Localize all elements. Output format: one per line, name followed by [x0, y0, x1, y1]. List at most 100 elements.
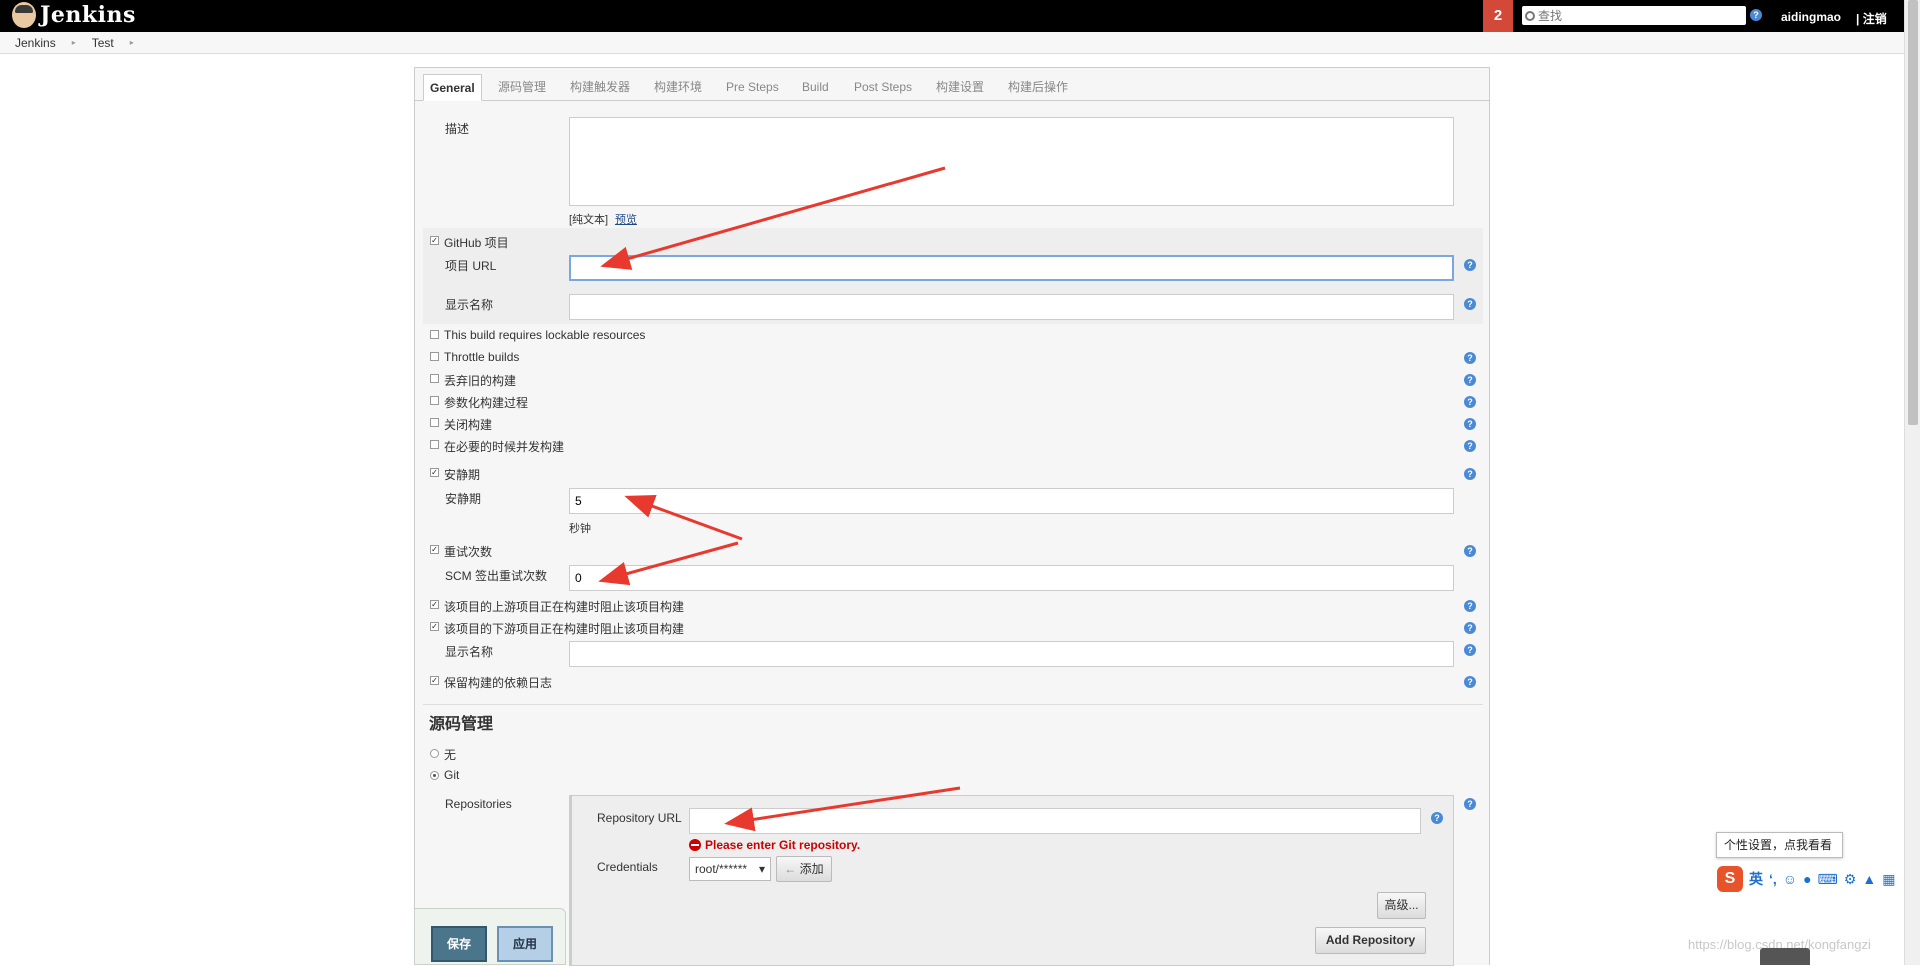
- repository-error: Please enter Git repository.: [689, 838, 860, 852]
- discard-old-label: 丢弃旧的构建: [444, 374, 517, 388]
- apply-button[interactable]: 应用: [497, 926, 553, 962]
- concurrent-checkbox[interactable]: [430, 440, 439, 449]
- toolbox-icon[interactable]: ▦: [1882, 871, 1895, 888]
- ime-tooltip[interactable]: 个性设置，点我看看: [1716, 832, 1843, 858]
- top-header: Jenkins 2 ? aidingmao | 注销: [0, 0, 1904, 32]
- scm-git-radio[interactable]: [430, 771, 439, 780]
- display-name-input[interactable]: [569, 294, 1454, 320]
- github-project-checkbox[interactable]: ✓: [430, 236, 439, 245]
- punctuation-icon[interactable]: ‘,: [1769, 871, 1777, 887]
- help-icon[interactable]: ?: [1464, 600, 1476, 612]
- chevron-right-icon: ▸: [129, 38, 134, 47]
- search-icon: [1525, 10, 1535, 21]
- scrollbar-thumb[interactable]: [1908, 0, 1918, 425]
- help-icon[interactable]: ?: [1464, 418, 1476, 430]
- tab-pre-steps[interactable]: Pre Steps: [720, 74, 785, 101]
- quiet-period-input[interactable]: [569, 488, 1454, 514]
- skin-icon[interactable]: ▲: [1862, 871, 1876, 887]
- microphone-icon[interactable]: ●: [1803, 871, 1811, 887]
- tab-scm[interactable]: 源码管理: [492, 74, 552, 101]
- help-icon[interactable]: ?: [1464, 259, 1476, 271]
- page-scrollbar[interactable]: [1904, 0, 1920, 965]
- breadcrumb-test[interactable]: Test: [92, 36, 114, 50]
- keep-dependencies-checkbox[interactable]: ✓: [430, 676, 439, 685]
- display-name2-input[interactable]: [569, 641, 1454, 667]
- credentials-label: Credentials: [597, 860, 658, 874]
- help-icon[interactable]: ?: [1464, 396, 1476, 408]
- description-label: 描述: [445, 122, 470, 136]
- help-icon[interactable]: ?: [1464, 468, 1476, 480]
- lockable-label: This build requires lockable resources: [444, 328, 646, 342]
- disable-label: 关闭构建: [444, 418, 493, 432]
- search-input[interactable]: [1538, 7, 1738, 24]
- throttle-label: Throttle builds: [444, 350, 520, 364]
- preview-link[interactable]: 预览: [615, 211, 637, 227]
- search-box[interactable]: [1522, 6, 1746, 25]
- help-icon[interactable]: ?: [1464, 374, 1476, 386]
- user-link[interactable]: aidingmao: [1781, 10, 1841, 24]
- plain-text-label: [纯文本]: [569, 214, 609, 226]
- display-name-label: 显示名称: [445, 298, 494, 312]
- user-settings-icon[interactable]: ⚙: [1844, 871, 1857, 888]
- dropdown-arrow-icon: ▾: [758, 862, 765, 876]
- project-url-label: 项目 URL: [445, 259, 497, 273]
- breadcrumb-jenkins[interactable]: Jenkins: [15, 36, 56, 50]
- lockable-checkbox[interactable]: [430, 330, 439, 339]
- retry-count-checkbox[interactable]: ✓: [430, 545, 439, 554]
- display-name2-label: 显示名称: [445, 645, 494, 659]
- add-repository-button[interactable]: Add Repository: [1315, 927, 1426, 954]
- help-icon[interactable]: ?: [1464, 545, 1476, 557]
- github-project-label: GitHub 项目: [444, 236, 509, 250]
- error-icon: [689, 839, 701, 851]
- help-icon[interactable]: ?: [1464, 298, 1476, 310]
- config-panel: General 源码管理 构建触发器 构建环境 Pre Steps Build …: [414, 67, 1490, 966]
- quiet-period-label: 安静期: [444, 468, 481, 482]
- add-credentials-button[interactable]: ← 添加: [776, 856, 832, 882]
- scm-retry-input[interactable]: [569, 565, 1454, 591]
- project-url-input[interactable]: [569, 255, 1454, 281]
- build-queue-badge[interactable]: 2: [1483, 0, 1513, 32]
- tab-post-build-actions[interactable]: 构建后操作: [1002, 74, 1074, 101]
- block-upstream-checkbox[interactable]: ✓: [430, 600, 439, 609]
- seconds-label: 秒钟: [569, 523, 591, 535]
- parameterized-checkbox[interactable]: [430, 396, 439, 405]
- help-icon[interactable]: ?: [1464, 798, 1476, 810]
- throttle-checkbox[interactable]: [430, 352, 439, 361]
- tab-general[interactable]: General: [423, 74, 482, 101]
- block-downstream-checkbox[interactable]: ✓: [430, 622, 439, 631]
- help-icon[interactable]: ?: [1750, 9, 1762, 21]
- help-icon[interactable]: ?: [1464, 440, 1476, 452]
- config-tabs: General 源码管理 构建触发器 构建环境 Pre Steps Build …: [415, 68, 1489, 101]
- help-icon[interactable]: ?: [1464, 622, 1476, 634]
- disable-checkbox[interactable]: [430, 418, 439, 427]
- repository-url-input[interactable]: [689, 808, 1421, 834]
- block-upstream-label: 该项目的上游项目正在构建时阻止该项目构建: [444, 600, 685, 614]
- tab-build-environment[interactable]: 构建环境: [648, 74, 708, 101]
- help-icon[interactable]: ?: [1464, 644, 1476, 656]
- description-textarea[interactable]: [569, 117, 1454, 206]
- help-icon[interactable]: ?: [1431, 812, 1443, 824]
- discard-old-checkbox[interactable]: [430, 374, 439, 383]
- emoji-icon[interactable]: ☺: [1783, 871, 1797, 887]
- tab-build-settings[interactable]: 构建设置: [930, 74, 990, 101]
- tab-build-triggers[interactable]: 构建触发器: [564, 74, 636, 101]
- keyboard-icon[interactable]: ⌨: [1818, 871, 1838, 888]
- sogou-logo-icon[interactable]: S: [1717, 866, 1743, 892]
- tab-build[interactable]: Build: [796, 74, 835, 101]
- credentials-select[interactable]: root/****** ▾: [689, 857, 771, 881]
- ime-language-toggle[interactable]: 英: [1749, 869, 1763, 889]
- logout-link[interactable]: | 注销: [1856, 10, 1887, 27]
- repositories-label: Repositories: [445, 797, 512, 811]
- add-credentials-label: 添加: [799, 862, 824, 876]
- advanced-button[interactable]: 高级...: [1377, 892, 1426, 919]
- quiet-period-checkbox[interactable]: ✓: [430, 468, 439, 477]
- floating-widget[interactable]: [1760, 948, 1810, 965]
- help-icon[interactable]: ?: [1464, 676, 1476, 688]
- save-button[interactable]: 保存: [431, 926, 487, 962]
- jenkins-logo[interactable]: Jenkins: [12, 2, 136, 28]
- quiet-period-field-label: 安静期: [445, 492, 482, 506]
- help-icon[interactable]: ?: [1464, 352, 1476, 364]
- scm-none-radio[interactable]: [430, 749, 439, 758]
- tab-post-steps[interactable]: Post Steps: [848, 74, 918, 101]
- jenkins-butler-icon: [12, 2, 36, 28]
